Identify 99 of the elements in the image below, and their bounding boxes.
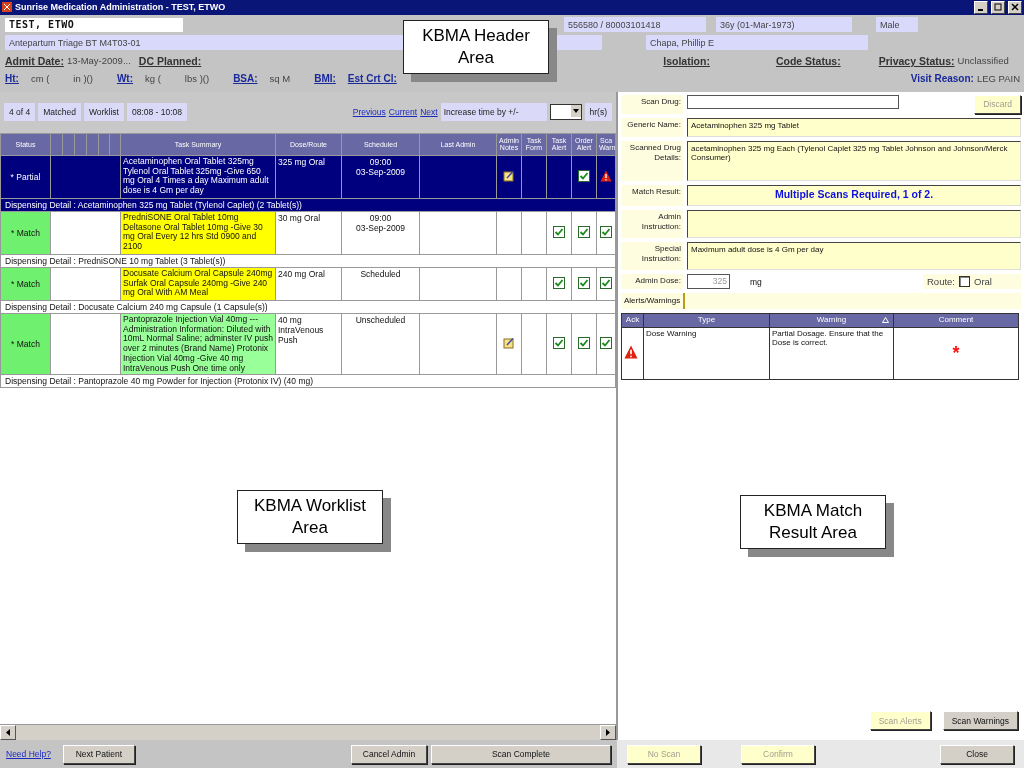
table-cell: Partial Dosage. Ensure that the Dose is correct. — [769, 327, 894, 380]
visit-reason-value: LEG PAIN — [976, 73, 1020, 85]
field-label: Generic Name: — [621, 117, 683, 137]
measure-unit: in )() — [73, 73, 93, 85]
scan-drug-field[interactable] — [687, 94, 899, 109]
dispensing-detail: Dispensing Detail : Docusate Calcium 240 mg Capsule (1 Capsule(s)) — [0, 300, 616, 314]
checkbox[interactable] — [959, 275, 970, 287]
dose-cell: 240 mg Oral — [275, 267, 342, 301]
dropdown-icon — [570, 105, 581, 118]
worklist-info: 4 of 4 — [4, 103, 36, 122]
field-label: Admin Dose: — [621, 273, 683, 289]
close-icon[interactable] — [1008, 0, 1022, 14]
scroll-left-icon[interactable] — [0, 725, 16, 741]
privacy-status-label: Privacy Status: — [878, 54, 955, 67]
status-cell: * Match — [0, 267, 51, 301]
footer-button[interactable]: Close — [940, 744, 1014, 764]
app-icon — [2, 2, 12, 13]
info-field: acetaminophen 325 mg Each (Tylenol Caplet 325 mg Tablet Johnson and Johnson/Merck Consumer) — [687, 140, 1021, 181]
dispensing-detail: Dispensing Detail : Acetaminophen 325 mg Tablet (Tylenol Caplet) (2 Tablet(s)) — [0, 198, 616, 212]
hours-select[interactable] — [549, 104, 582, 121]
status-cell: * Match — [0, 211, 51, 255]
task-row[interactable]: * Partial Acetaminophen Oral Tablet 325mg Tylenol Oral Tablet 325mg -Give 650 mg Oral 4 Times a day Maximum adult dose is 4 Gm per day 325 mg Oral 09:00 03-Sep-2009 — [0, 155, 616, 199]
task-summary-cell: Docusate Calcium Oral Capsule 240mg Surfak Oral Capsule 240mg -Give 240 mg Oral With AM Meal — [120, 267, 276, 301]
dispensing-detail: Dispensing Detail : PredniSONE 10 mg Tablet (3 Tablet(s)) — [0, 254, 616, 268]
admit-date-label: Admit Date: — [5, 54, 64, 67]
measure-unit: sq M — [269, 73, 291, 85]
task-summary-cell: Pantoprazole Injection Vial 40mg --- Administration Information: Diluted with 10mL Normal Saline; adminster IV push over 2 minutes (Brand Name) Protonix Injection Vial 40mg -Give 40 mg IntraVenous Push One time only — [120, 313, 276, 375]
field-label: Match Result: — [621, 184, 683, 206]
sort-icon — [882, 316, 889, 323]
column-header: Type — [643, 313, 770, 328]
code-status-label: Code Status: — [775, 54, 841, 67]
task-summary-cell: Acetaminophen Oral Tablet 325mg Tylenol Oral Tablet 325mg -Give 650 mg Oral 4 Times a day Maximum adult dose is 4 Gm per day — [120, 155, 276, 199]
scheduled-cell: 09:00 03-Sep-2009 — [341, 155, 420, 199]
dispensing-detail: Dispensing Detail : Pantoprazole 40 mg Powder for Injection (Protonix IV) (40 mg) — [0, 374, 616, 388]
patient-name: TEST, ETWO — [5, 17, 183, 32]
dose-unit: mg — [750, 275, 763, 289]
worklist-info: Worklist — [83, 103, 124, 122]
visit-reason-label: Visit Reason: — [910, 73, 974, 85]
task-summary-cell: PredniSONE Oral Tablet 10mg Deltasone Oral Tablet 10mg -Give 30 mg Oral Every 12 hrs Std 0900 and 2100 — [120, 211, 276, 255]
nav-link[interactable]: Next — [420, 107, 438, 118]
patient-sex: Male — [876, 17, 918, 33]
worklist-info: 08:08 - 10:08 — [126, 103, 188, 122]
help-link[interactable]: Need Help? — [6, 749, 51, 759]
field-label: Scan Drug: — [621, 94, 683, 114]
warning-icon — [624, 345, 638, 360]
scroll-right-icon[interactable] — [600, 725, 616, 741]
alerts-tab[interactable]: Alerts/Warnings — [621, 292, 686, 309]
field-label: Special Instruction: — [621, 241, 683, 270]
admit-date-value: 13-May-2009... — [66, 55, 131, 67]
measure-unit: kg ( — [145, 73, 161, 85]
panel-button[interactable]: Scan Warnings — [942, 711, 1018, 731]
field-label: Admin Instruction: — [621, 209, 683, 238]
task-row[interactable]: * Match Docusate Calcium Oral Capsule 240mg Surfak Oral Capsule 240mg -Give 240 mg Oral With AM Meal 240 mg Oral Scheduled — [0, 267, 616, 301]
patient-id: 556580 / 80003101418 — [564, 17, 706, 33]
increase-time-label: Increase time by +/- — [440, 103, 547, 122]
dose-cell: 40 mg IntraVenous Push — [275, 313, 342, 375]
restore-icon[interactable] — [991, 0, 1005, 14]
footer-button[interactable]: Next Patient — [62, 744, 135, 764]
info-field: Acetaminophen 325 mg Tablet — [687, 117, 1021, 137]
status-cell: * Match — [0, 313, 51, 375]
measure-unit: cm ( — [30, 73, 50, 85]
nav-link[interactable]: Previous — [352, 107, 386, 118]
measure-link[interactable]: Wt: — [116, 73, 133, 85]
route-option: Oral — [974, 275, 992, 287]
status-cell: * Partial — [0, 155, 51, 199]
info-field: Maximum adult dose is 4 Gm per day — [687, 241, 1021, 270]
hours-unit: hr(s) — [584, 103, 612, 122]
task-row[interactable]: * Match PredniSONE Oral Tablet 10mg Deltasone Oral Tablet 10mg -Give 30 mg Oral Every 12 hrs Std 0900 and 2100 30 mg Oral 09:00 03-Sep-2009 — [0, 211, 616, 255]
task-row[interactable] — [0, 313, 616, 375]
dc-planned-label: DC Planned: — [138, 54, 202, 67]
scheduled-cell: Scheduled — [341, 267, 420, 301]
measure-link[interactable]: Ht: — [5, 73, 19, 85]
measure-unit: lbs )() — [184, 73, 210, 85]
footer-button[interactable]: Cancel Admin — [351, 744, 427, 764]
column-header: Ack — [621, 313, 644, 328]
dose-cell: 325 mg Oral — [275, 155, 342, 199]
required-mark: * — [952, 342, 960, 363]
field-label: Scanned Drug Details: — [621, 140, 683, 181]
measure-link[interactable]: BMI: — [314, 73, 336, 85]
scheduled-cell: Unscheduled — [341, 313, 420, 375]
physician-name: Chapa, Phillip E — [646, 35, 868, 51]
nav-link[interactable]: Current — [388, 107, 418, 118]
window-title: Sunrise Medication Administration - TEST, ETWO — [15, 2, 227, 13]
measure-link[interactable]: BSA: — [233, 73, 258, 85]
column-header: Comment — [893, 313, 1019, 328]
privacy-status-value: Unclassified — [957, 55, 1009, 67]
column-header: Warning — [769, 313, 894, 328]
dose-cell: 30 mg Oral — [275, 211, 342, 255]
route-label: Route: — [927, 275, 955, 287]
horizontal-scrollbar[interactable] — [0, 724, 616, 741]
table-cell: Dose Warning — [643, 327, 770, 380]
match-result-field: Multiple Scans Required, 1 of 2. — [687, 184, 1021, 206]
scheduled-cell: 09:00 03-Sep-2009 — [341, 211, 420, 255]
footer-button[interactable]: Scan Complete — [431, 744, 611, 764]
worklist-info: Matched — [38, 103, 81, 122]
minimize-icon[interactable] — [974, 0, 988, 14]
measure-link[interactable]: Est Crt Cl: — [347, 73, 397, 85]
patient-age: 36y (01-Mar-1973) — [716, 17, 852, 33]
isolation-label: Isolation: — [663, 54, 710, 67]
